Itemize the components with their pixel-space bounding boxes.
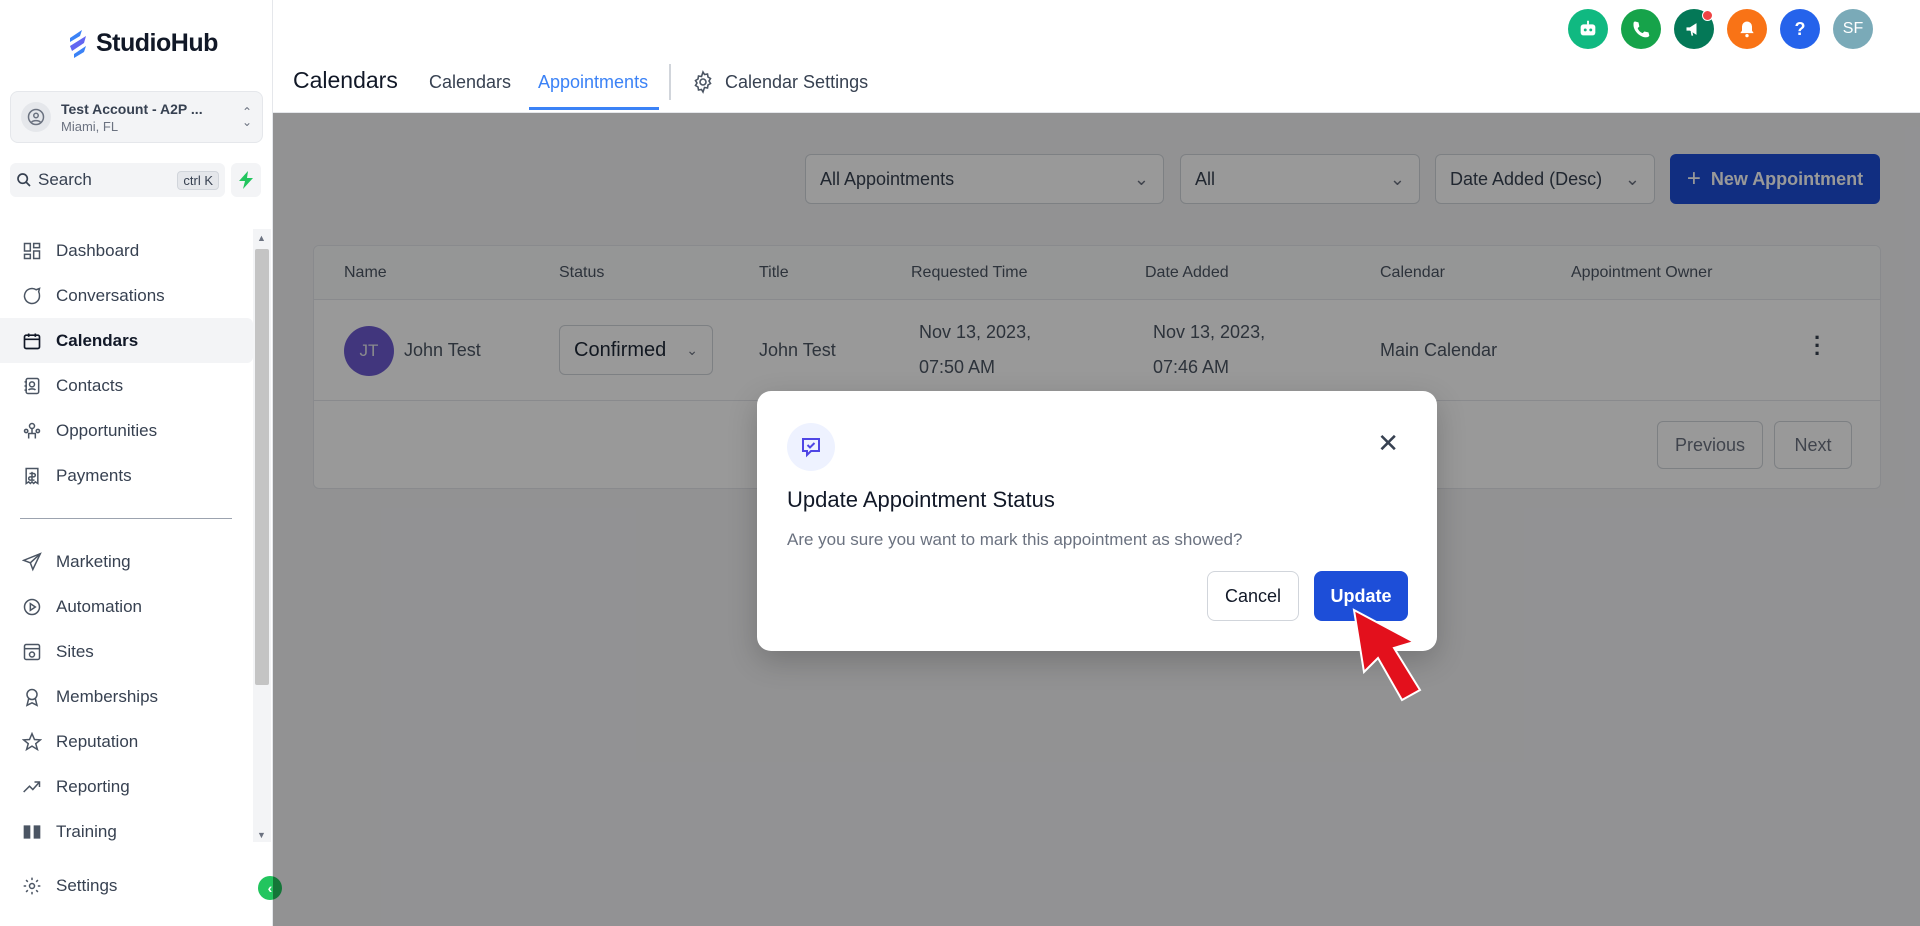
payments-icon	[25, 467, 39, 485]
sites-icon	[23, 643, 41, 660]
sidebar-item-dashboard[interactable]: Dashboard	[0, 228, 253, 273]
sidebar-divider	[20, 518, 232, 519]
search-shortcut: ctrl K	[177, 170, 219, 190]
notification-dot	[1702, 10, 1713, 21]
sidebar-item-automation[interactable]: Automation	[0, 584, 253, 629]
phone-icon[interactable]	[1621, 9, 1661, 49]
cancel-button[interactable]: Cancel	[1207, 571, 1299, 621]
search-bar: Search ctrl K	[10, 163, 263, 197]
tab-appointments[interactable]: Appointments	[538, 72, 648, 93]
dashboard-icon	[23, 242, 41, 259]
bot-glyph	[1580, 20, 1596, 36]
quick-action-button[interactable]	[231, 163, 261, 197]
app-logo[interactable]: StudioHub	[66, 28, 218, 58]
bot-icon[interactable]	[1568, 9, 1608, 49]
bolt-icon	[239, 171, 253, 189]
tab-separator	[669, 64, 671, 100]
account-name: Test Account - A2P ...	[61, 100, 203, 117]
avatar-initials: SF	[1842, 20, 1864, 37]
sidebar-nav: Dashboard Conversations Calendars Contac…	[0, 228, 253, 854]
sidebar-item-reputation[interactable]: Reputation	[0, 719, 253, 764]
gear-icon	[694, 70, 712, 94]
sidebar-item-label: Opportunities	[56, 420, 158, 440]
search-label: Search	[38, 170, 92, 189]
active-tab-indicator	[529, 107, 659, 110]
top-header: Calendars Calendars Appointments Calenda…	[273, 0, 1920, 113]
app-name: StudioHub	[96, 28, 218, 57]
phone-glyph	[1633, 21, 1650, 38]
opportunities-icon	[23, 422, 41, 438]
sidebar-item-label: Dashboard	[56, 240, 140, 260]
sidebar-item-calendars[interactable]: Calendars	[0, 318, 253, 363]
megaphone-glyph	[1686, 23, 1697, 36]
sidebar-item-payments[interactable]: Payments	[0, 453, 253, 498]
chevron-updown-icon: ⌃ ⌄	[241, 105, 252, 129]
sidebar-item-opportunities[interactable]: Opportunities	[0, 408, 253, 453]
sidebar-item-marketing[interactable]: Marketing	[0, 539, 253, 584]
sidebar-item-sites[interactable]: Sites	[0, 629, 253, 674]
sidebar-item-label: Sites	[56, 641, 94, 661]
tab-calendar-settings[interactable]: Calendar Settings	[691, 70, 868, 94]
megaphone-icon[interactable]	[1674, 9, 1714, 49]
top-icon-bar: ? SF	[1568, 9, 1873, 49]
search-input[interactable]: Search ctrl K	[10, 163, 225, 197]
sidebar-item-label: Contacts	[56, 375, 124, 395]
sidebar-item-memberships[interactable]: Memberships	[0, 674, 253, 719]
sidebar-item-label: Marketing	[56, 551, 131, 571]
sidebar-item-label: Conversations	[56, 285, 165, 305]
account-switcher[interactable]: Test Account - A2P ... Miami, FL ⌃ ⌄	[10, 91, 263, 143]
sidebar-item-label: Payments	[56, 465, 132, 485]
chevron-left-icon: ‹	[267, 880, 273, 896]
pointer-arrow-icon	[1352, 608, 1422, 702]
sidebar-item-conversations[interactable]: Conversations	[0, 273, 253, 318]
avatar[interactable]: SF	[1833, 9, 1873, 49]
account-location: Miami, FL	[61, 118, 119, 134]
scroll-up-icon[interactable]: ▲	[257, 233, 266, 243]
search-icon	[17, 173, 31, 187]
message-check-glyph	[802, 438, 820, 458]
contacts-icon	[24, 377, 40, 394]
reporting-icon	[23, 780, 41, 793]
sidebar-scrollbar[interactable]: ▲ ▼	[253, 229, 271, 842]
sidebar-item-label: Reporting	[56, 776, 130, 796]
update-status-dialog: ✕ Update Appointment Status Are you sure…	[757, 391, 1437, 651]
sidebar-item-training[interactable]: Training	[0, 809, 253, 854]
dialog-message: Are you sure you want to mark this appoi…	[787, 530, 1243, 549]
tab-calendar-settings-label: Calendar Settings	[725, 71, 869, 92]
chat-icon	[23, 286, 41, 304]
account-avatar-icon	[21, 102, 51, 132]
logo-icon	[70, 30, 86, 58]
scroll-thumb[interactable]	[255, 249, 269, 685]
help-glyph: ?	[1794, 18, 1806, 39]
help-icon[interactable]: ?	[1780, 9, 1820, 49]
sidebar-item-label: Memberships	[56, 686, 159, 706]
scroll-down-icon[interactable]: ▼	[257, 830, 266, 840]
bell-icon[interactable]	[1727, 9, 1767, 49]
calendar-icon	[23, 333, 41, 349]
sidebar-item-label: Automation	[56, 596, 142, 616]
sidebar-item-label: Settings	[56, 875, 118, 895]
calendar-check-icon	[787, 423, 835, 471]
bell-glyph	[1740, 21, 1754, 38]
close-icon[interactable]: ✕	[1377, 430, 1399, 456]
sidebar-item-contacts[interactable]: Contacts	[0, 363, 253, 408]
send-icon	[22, 551, 42, 571]
dialog-title: Update Appointment Status	[787, 487, 1055, 512]
sidebar-item-label: Training	[56, 821, 117, 841]
sidebar-item-label: Calendars	[56, 330, 139, 350]
memberships-icon	[25, 688, 39, 707]
sidebar-item-label: Reputation	[56, 731, 139, 751]
page-title: Calendars	[293, 67, 398, 93]
book-icon	[23, 824, 41, 839]
sidebar-item-settings[interactable]: Settings	[0, 863, 117, 908]
sidebar: StudioHub Test Account - A2P ... Miami, …	[0, 0, 273, 926]
sidebar-item-reporting[interactable]: Reporting	[0, 764, 253, 809]
gear-icon	[23, 877, 41, 894]
automation-icon	[23, 598, 41, 615]
star-icon	[22, 731, 42, 751]
tab-calendars[interactable]: Calendars	[429, 72, 511, 93]
